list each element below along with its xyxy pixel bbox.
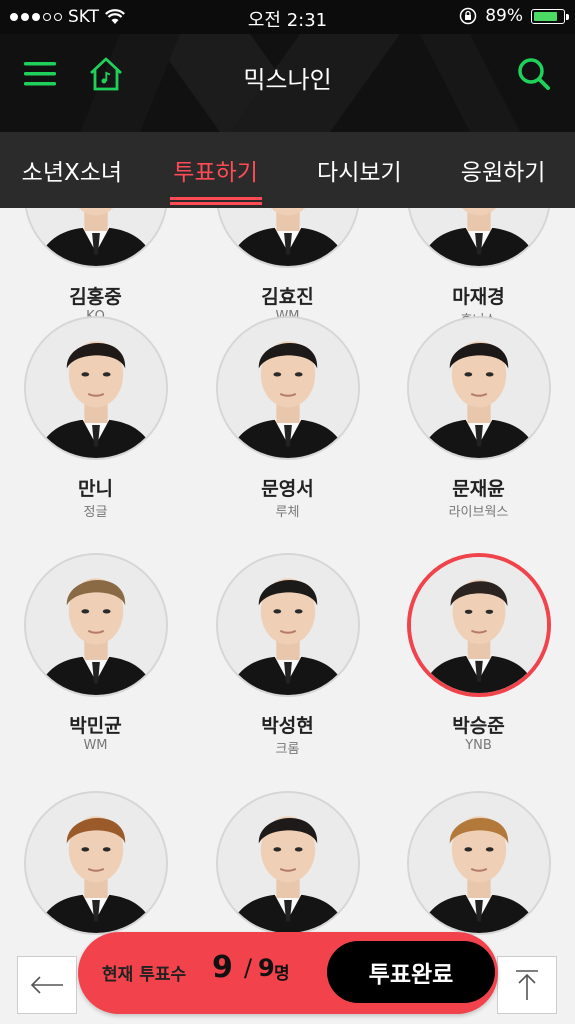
contestant-photo[interactable] [23,791,168,935]
tab-boy-x-girl[interactable]: 소년X소녀 [0,132,144,208]
contestant-card[interactable] [383,208,574,1024]
contestant-grid: 김홍중KQ김효진WM마재경후너스만니정글문영서루체문재윤라이브웍스박민균WM박성… [0,208,575,1024]
page-title: 믹스나인 [243,66,332,94]
contestant-card[interactable] [192,208,383,1024]
search-icon [518,58,550,90]
tab-cheer[interactable]: 응원하기 [431,132,575,208]
tab-vote[interactable]: 투표하기 [144,132,288,208]
contestant-photo[interactable] [215,791,360,935]
portrait-image [408,793,549,933]
vote-count-total: 9 [258,954,275,982]
portrait-image [217,793,358,933]
vote-count-unit: 명 [274,964,290,984]
rotation-lock-icon [459,7,477,25]
vote-count-current: 9 [212,950,233,985]
vote-status-bar: 현재 투표수 9 / 9 명 투표완료 [78,932,498,1014]
vote-count-separator: / [244,954,253,982]
tab-bar: 소년X소녀 투표하기 다시보기 응원하기 [0,132,575,208]
battery-percent: 89% [485,6,523,26]
search-button[interactable] [514,54,554,94]
tab-replay[interactable]: 다시보기 [288,132,432,208]
back-button[interactable] [17,956,77,1014]
vote-complete-button[interactable]: 투표완료 [327,941,495,1003]
status-right: 89% [459,6,569,26]
arrow-up-to-top-icon [516,970,538,1000]
status-bar: SKT 오전 2:31 89% [0,0,575,34]
arrow-left-icon [30,976,63,994]
vote-count-label: 현재 투표수 [102,965,187,985]
contestant-card[interactable] [0,208,191,1024]
scroll-top-button[interactable] [497,956,557,1014]
contestant-photo[interactable] [406,791,551,935]
portrait-image [25,793,166,933]
app-header: 믹스나인 [0,34,575,132]
battery-icon [531,8,569,24]
